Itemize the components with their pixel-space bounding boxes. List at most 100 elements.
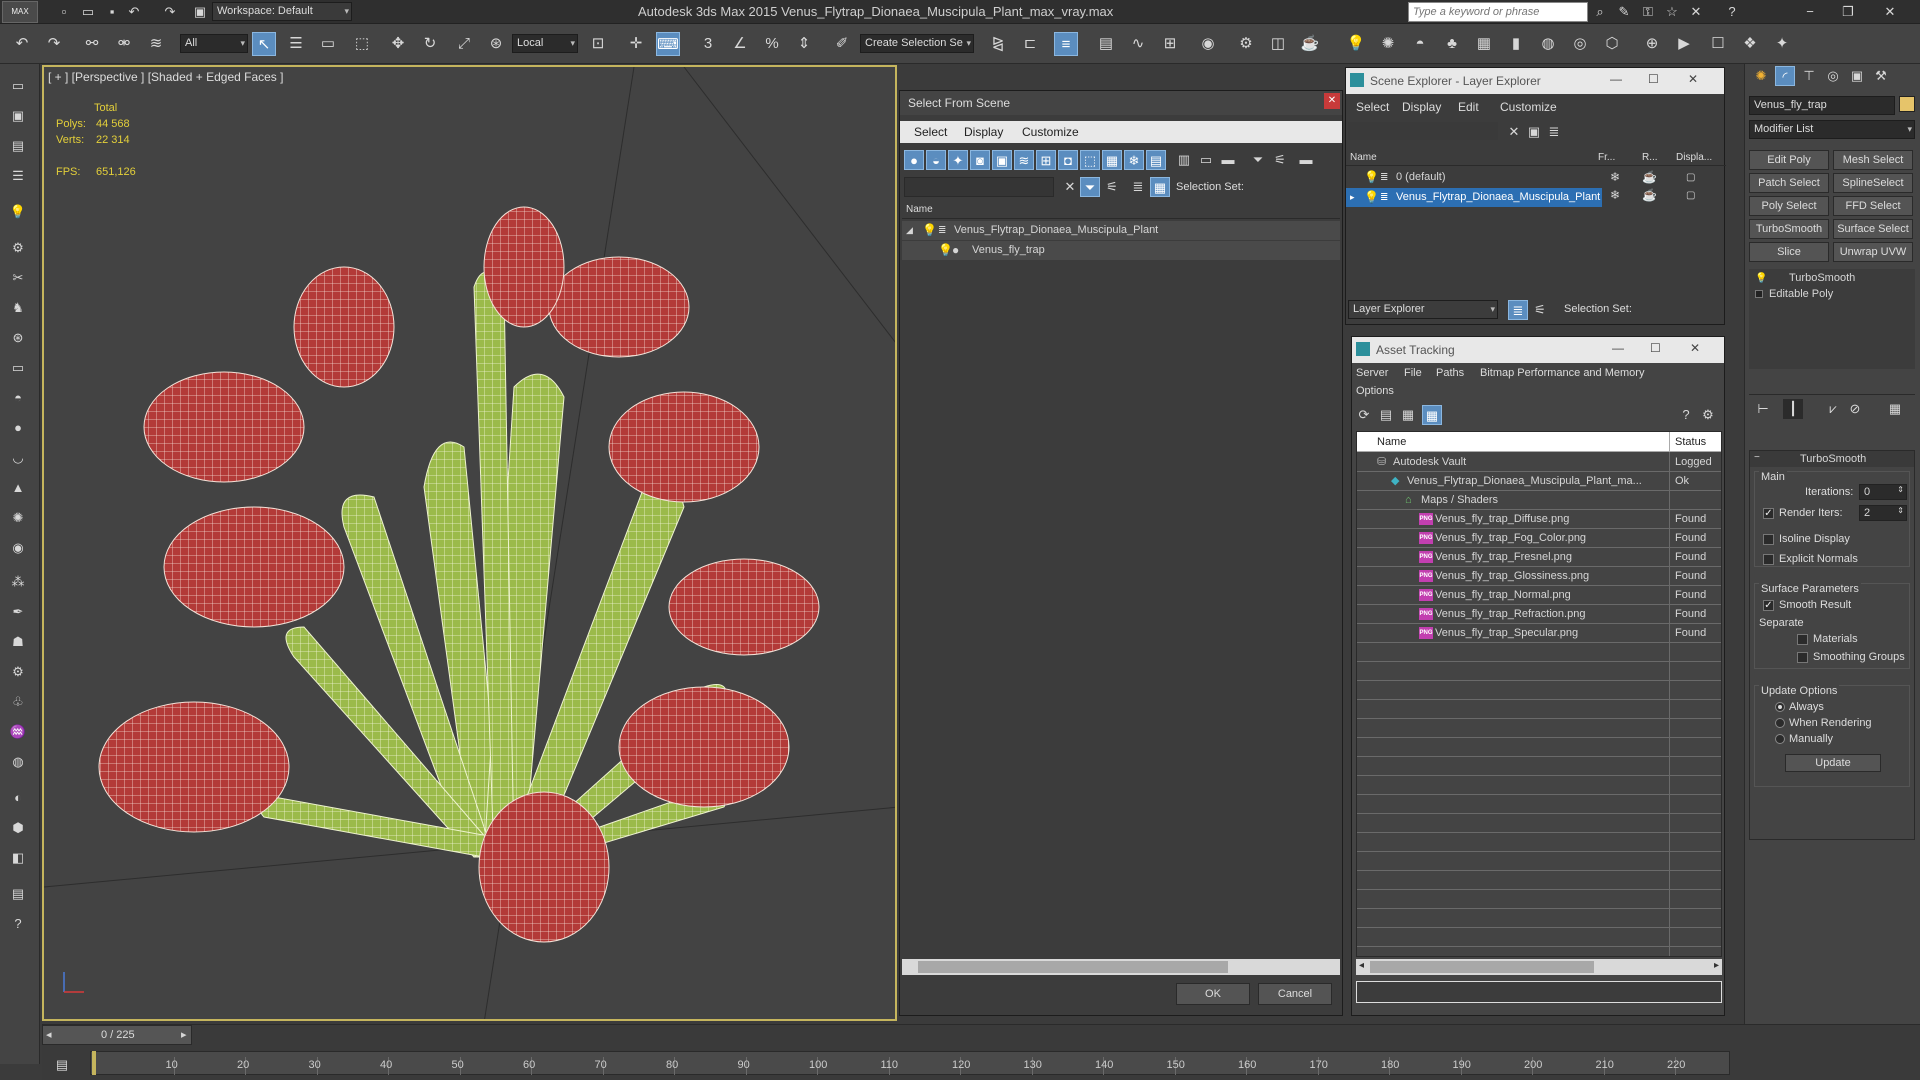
pivot-center-icon[interactable]: ⊡ <box>586 32 610 56</box>
freeze-icon[interactable]: ❄ <box>1610 188 1620 202</box>
asset-horizontal-scrollbar[interactable]: ◂ ▸ <box>1356 959 1722 975</box>
expand-arrow-icon[interactable]: ◢ <box>906 221 913 240</box>
venus-flytrap-model[interactable] <box>44 67 897 1021</box>
asset-row[interactable]: PNG Venus_fly_trap_Fresnel.png Found <box>1357 548 1721 567</box>
percent-snap-icon[interactable]: % <box>760 32 784 56</box>
motion-tab-icon[interactable]: ◎ <box>1823 66 1843 86</box>
maximize-icon[interactable]: ☐ <box>1650 341 1661 355</box>
reference-coordinate-dropdown[interactable]: Local ▾ <box>512 34 578 53</box>
menu-server[interactable]: Server <box>1356 367 1388 379</box>
character-icon[interactable]: ♞ <box>8 298 28 318</box>
pin-stack-icon[interactable]: ⊢ <box>1753 399 1773 419</box>
lightbulb-icon[interactable]: 💡 <box>938 241 953 260</box>
vray-plane-icon[interactable]: ▮ <box>1504 32 1528 56</box>
menu-paths[interactable]: Paths <box>1436 367 1464 379</box>
angle-snap-icon[interactable]: ∠ <box>728 32 752 56</box>
menu-customize[interactable]: Customize <box>1500 100 1557 114</box>
asset-row[interactable]: PNG Venus_fly_trap_Normal.png Found <box>1357 586 1721 605</box>
next-frame-icon[interactable]: ▸ <box>181 1028 187 1041</box>
render-teapot-icon[interactable]: ☕ <box>1642 188 1657 202</box>
curve-editor-icon[interactable]: ∿ <box>1126 32 1150 56</box>
vray-options-icon[interactable]: ☐ <box>1706 32 1730 56</box>
asset-settings-icon[interactable]: ⚙ <box>1698 405 1718 425</box>
asset-row[interactable]: PNG Venus_fly_trap_Specular.png Found <box>1357 624 1721 643</box>
maximize-icon[interactable]: ☐ <box>1648 72 1659 86</box>
material-icon[interactable]: ◍ <box>8 752 28 772</box>
asset-row[interactable]: PNG Venus_fly_trap_Fog_Color.png Found <box>1357 529 1721 548</box>
select-object-icon[interactable]: ↖ <box>252 32 276 56</box>
select-manipulate-icon[interactable]: ✛ <box>624 32 648 56</box>
unlink-icon[interactable]: ⚮ <box>112 32 136 56</box>
display-hidden-icon[interactable]: ▤ <box>1146 150 1166 170</box>
smoothing-groups-checkbox[interactable] <box>1797 652 1808 663</box>
display-shapes-icon[interactable]: ◒ <box>926 150 946 170</box>
keyboard-shortcut-override-icon[interactable]: ⌨ <box>656 32 680 56</box>
ok-button[interactable]: OK <box>1176 983 1250 1005</box>
scene-explorer-search[interactable] <box>1348 122 1498 140</box>
display-geometry-icon[interactable]: ● <box>904 150 924 170</box>
display-none-icon[interactable]: ▭ <box>1196 150 1216 170</box>
explorer-type-dropdown[interactable]: Layer Explorer ▾ <box>1348 300 1498 319</box>
wire-params-icon[interactable]: ✂ <box>8 268 28 288</box>
search-input[interactable] <box>1409 3 1587 21</box>
cone-icon[interactable]: ▲ <box>8 478 28 498</box>
smooth-result-checkbox[interactable]: ✓ <box>1763 600 1774 611</box>
sort-by-layer-icon[interactable]: ≣ <box>1508 300 1528 320</box>
sort-by-hierarchy-icon[interactable]: ⚟ <box>1530 300 1550 320</box>
menu-options[interactable]: Options <box>1356 385 1394 397</box>
menu-edit[interactable]: Edit <box>1458 100 1479 114</box>
rollout-title-bar[interactable]: − TurboSmooth <box>1750 451 1914 467</box>
render-iters-checkbox[interactable]: ✓ <box>1763 508 1774 519</box>
minimize-icon[interactable]: − <box>1800 2 1820 22</box>
schematic-view-icon[interactable]: ⊞ <box>1158 32 1182 56</box>
move-icon[interactable]: ✥ <box>386 32 410 56</box>
snaps-toggle-icon[interactable]: 3 <box>696 32 720 56</box>
scroll-left-icon[interactable]: ◂ <box>1359 960 1364 971</box>
manually-radio[interactable] <box>1775 734 1785 744</box>
select-by-name-icon[interactable]: ☰ <box>284 32 308 56</box>
display-lights-icon[interactable]: ✦ <box>948 150 968 170</box>
display-icon[interactable]: ▢ <box>1686 168 1695 187</box>
display-icon[interactable]: ▢ <box>1686 190 1695 201</box>
menu-select[interactable]: Select <box>1356 100 1389 114</box>
render-mesh-icon[interactable]: ⬢ <box>8 818 28 838</box>
clear-find-icon[interactable]: ✕ <box>1060 177 1080 197</box>
edit-poly-button[interactable]: Edit Poly <box>1749 150 1829 170</box>
render-setup-icon[interactable]: ⚙ <box>1234 32 1258 56</box>
rotate-icon[interactable]: ↻ <box>418 32 442 56</box>
render-teapot-icon[interactable]: ☕ <box>1642 168 1657 187</box>
asset-row[interactable]: PNG Venus_fly_trap_Diffuse.png Found <box>1357 510 1721 529</box>
rendered-frame-window-icon[interactable]: ◫ <box>1266 32 1290 56</box>
workspace-dropdown[interactable]: Workspace: Default ▾ <box>212 2 352 21</box>
collapse-toolbar-icon[interactable]: ▬ <box>1296 150 1316 170</box>
mass-fx-icon[interactable]: ⊛ <box>8 328 28 348</box>
perspective-viewport[interactable]: [ + ] [Perspective ] [Shaded + Edged Fac… <box>42 65 897 1021</box>
app-logo[interactable]: MAX <box>2 1 38 23</box>
pflow-icon[interactable]: ☗ <box>8 632 28 652</box>
spinner-arrows-icon[interactable]: ⇕ <box>1897 506 1904 515</box>
selection-set-icon[interactable]: ▦ <box>1150 177 1170 197</box>
selection-filter-dropdown[interactable]: All ▾ <box>180 34 248 53</box>
layer-row[interactable]: ▸ 💡 ≣ Venus_Flytrap_Dionaea_Muscipula_Pl… <box>1346 188 1602 207</box>
tools-icon[interactable]: ✎ <box>1614 2 1634 22</box>
find-case-icon[interactable]: ⚟ <box>1102 177 1122 197</box>
filter-options-icon[interactable]: ⚟ <box>1270 150 1290 170</box>
maximize-icon[interactable]: ❐ <box>1838 2 1858 22</box>
lightbulb-icon[interactable]: 💡 <box>1364 168 1379 187</box>
open-file-icon[interactable]: ▭ <box>78 2 98 22</box>
redo-icon[interactable]: ↷ <box>42 32 66 56</box>
modifier-list-dropdown[interactable]: Modifier List ▾ <box>1749 120 1915 139</box>
box-primitive-icon[interactable]: ▭ <box>8 358 28 378</box>
close-icon[interactable]: ✕ <box>1688 72 1698 86</box>
display-bones-icon[interactable]: ⬚ <box>1080 150 1100 170</box>
spinner-arrows-icon[interactable]: ⇕ <box>1897 485 1904 494</box>
project-folder-icon[interactable]: ▣ <box>190 2 210 22</box>
render-sphere-icon[interactable]: ◐ <box>8 788 28 808</box>
trackbar[interactable] <box>90 1051 1730 1075</box>
vray-fb-icon[interactable]: ⊕ <box>1640 32 1664 56</box>
exchange-icon[interactable]: ✕ <box>1686 2 1706 22</box>
named-selection-dropdown[interactable]: Create Selection Se ▾ <box>860 34 974 53</box>
help-icon[interactable]: ? <box>1722 2 1742 22</box>
object-color-swatch[interactable] <box>1899 96 1915 112</box>
slice-button[interactable]: Slice <box>1749 242 1829 262</box>
